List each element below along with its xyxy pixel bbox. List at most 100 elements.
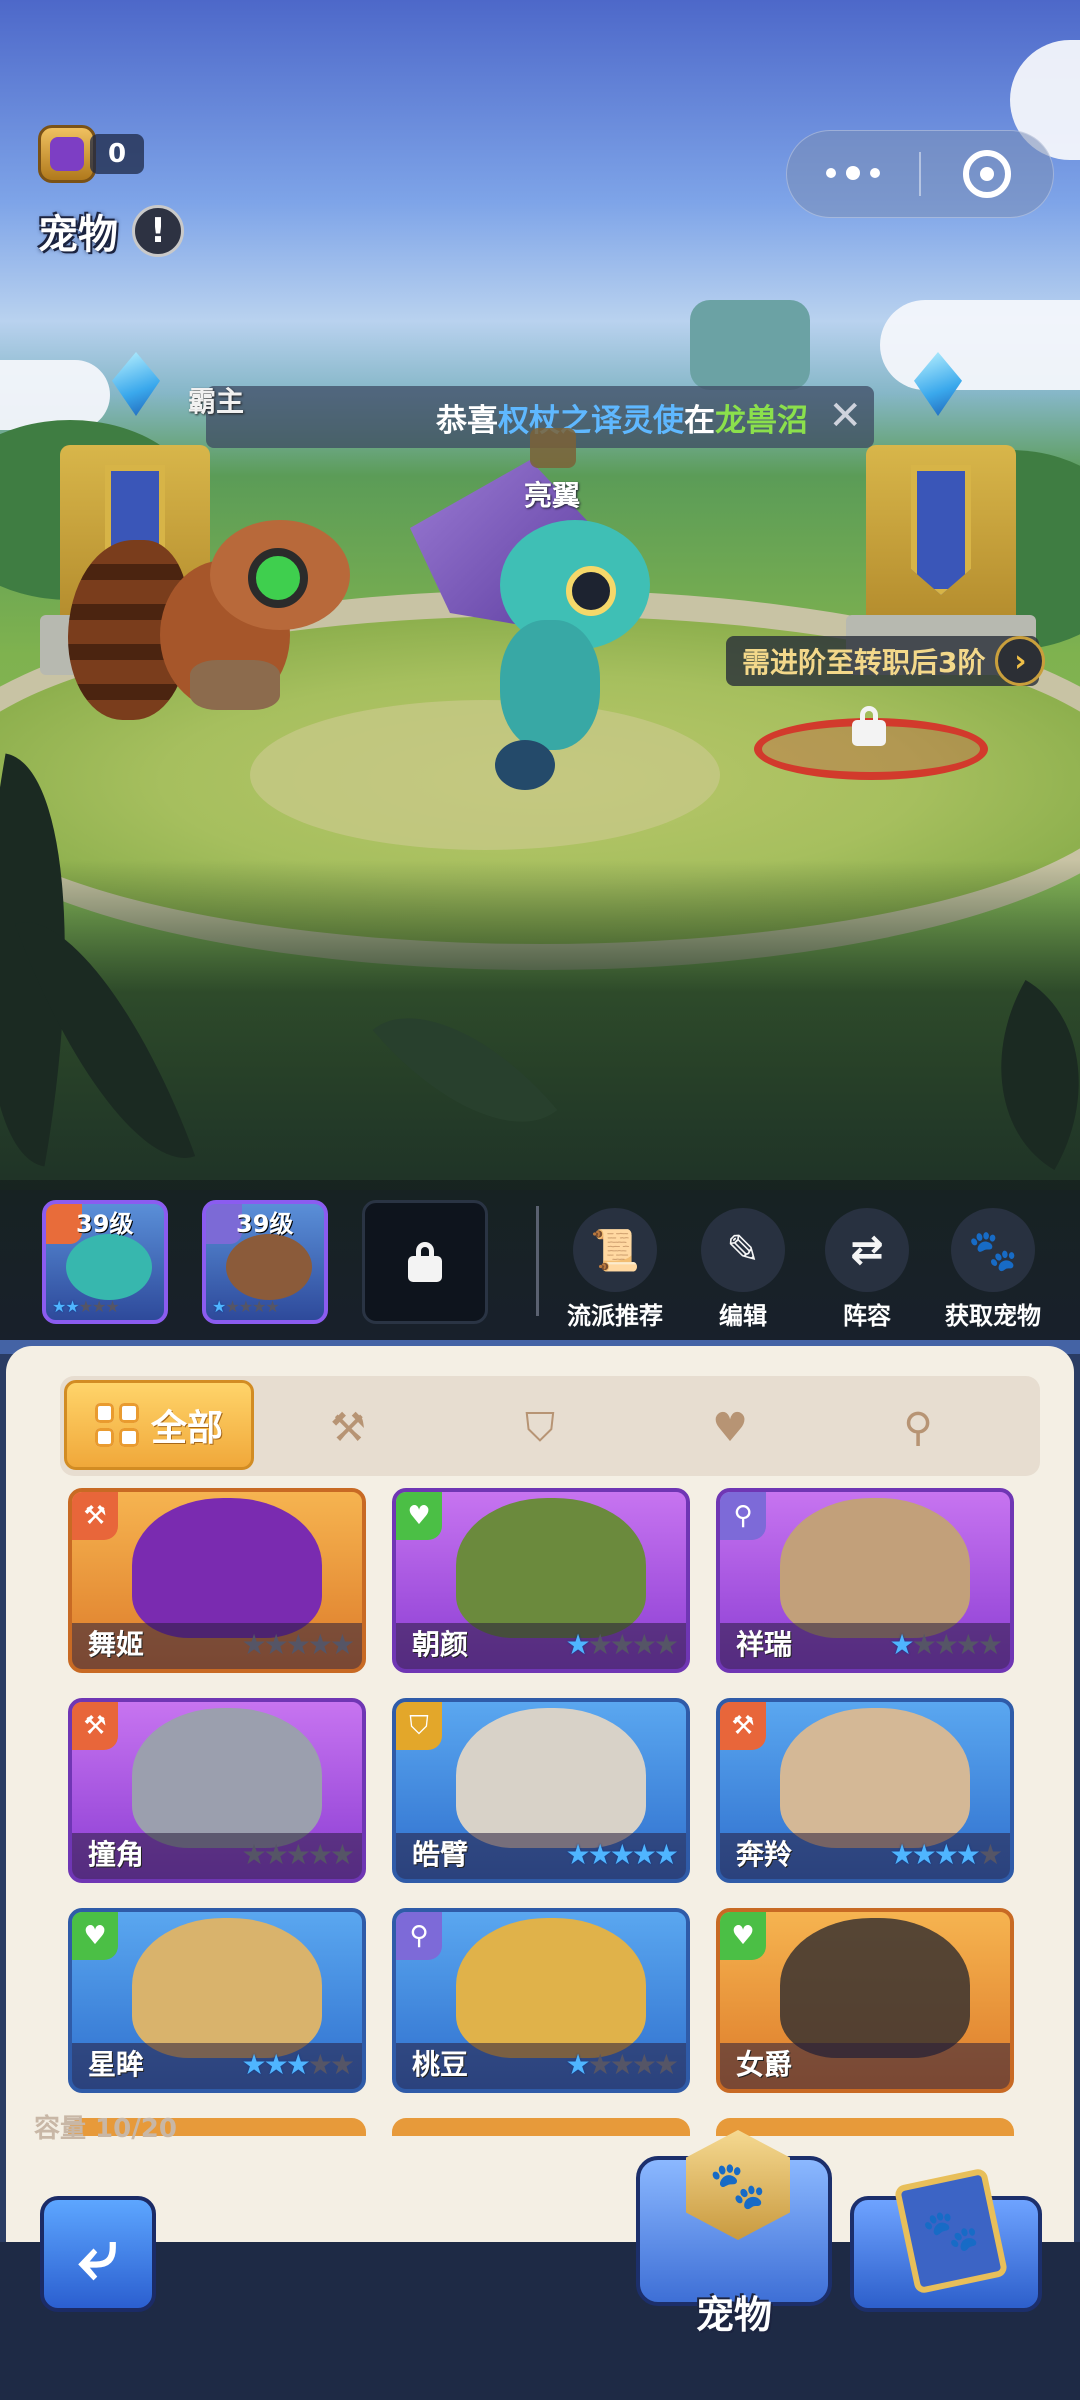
ticker-place: 龙兽沼 — [715, 402, 808, 439]
action-label: 获取宠物 — [945, 1302, 1041, 1330]
return-arrow-icon: ⤶ — [78, 2212, 118, 2295]
more-menu-button[interactable] — [787, 166, 919, 180]
pet-card-locked[interactable]: ♥ 女爵 — [716, 1908, 1014, 2093]
pet-portrait — [132, 1498, 322, 1638]
pet-name: 女爵 — [736, 2048, 793, 2081]
arena-center-patch — [250, 700, 720, 850]
pet-card[interactable]: ⚲ 祥瑞 ★★★★★ — [716, 1488, 1014, 1673]
nav-pet-book-tab[interactable]: 🐾 — [850, 2167, 1042, 2312]
ticker-mid: 在 — [684, 402, 715, 439]
team-slot-level: 39级 — [76, 1210, 134, 1238]
scroll-icon: 📜 — [573, 1208, 657, 1292]
team-slot-2[interactable]: 39级 ★★★★★ — [202, 1200, 328, 1324]
locked-slot-hint[interactable]: 需进阶至转职后3阶 › — [726, 636, 1046, 686]
pet-card[interactable]: ⚒ 舞姬 ★★★★★ — [68, 1488, 366, 1673]
ticker-message: 恭喜权杖之译灵使在龙兽沼 — [436, 395, 808, 440]
cloud — [880, 300, 1080, 390]
build-recommend-button[interactable]: 📜 流派推荐 — [550, 1208, 680, 1331]
team-bar-divider — [536, 1206, 539, 1316]
page-title-text: 宠物 — [38, 212, 118, 258]
pet-card-partial[interactable] — [392, 2118, 690, 2136]
capacity-label: 容量 10/20 — [34, 2114, 177, 2144]
nav-pet-label: 宠物 — [695, 2293, 772, 2337]
slot-hint-text: 需进阶至转职后3阶 — [742, 646, 986, 679]
heal-class-icon: ♥ — [72, 1912, 118, 1960]
class-badge-icon — [530, 428, 576, 468]
pet-portrait — [780, 1498, 970, 1638]
pet-portrait — [456, 1708, 646, 1848]
support-class-icon[interactable]: ⚲ — [888, 1400, 948, 1456]
pet-stars: ★★★★★ — [241, 1628, 355, 1661]
pet-name: 星眸 — [88, 2048, 145, 2081]
chevron-right-icon: › — [995, 636, 1046, 686]
pet-portrait — [132, 1918, 322, 2058]
pet-card-partial[interactable] — [716, 2118, 1014, 2136]
team-slot-level: 39级 — [236, 1210, 294, 1238]
ticker-title: 霸主 — [188, 385, 245, 418]
currency-value: 0 — [90, 134, 144, 174]
support-class-icon: ⚲ — [396, 1912, 442, 1960]
pet-portrait — [780, 1708, 970, 1848]
team-slot-locked[interactable] — [362, 1200, 488, 1324]
ticker-prefix: 恭喜 — [436, 402, 498, 439]
support-class-icon: ⚲ — [720, 1492, 766, 1540]
pet-portrait — [132, 1708, 322, 1848]
attack-class-icon[interactable]: ⚒ — [318, 1400, 378, 1456]
team-slot-1[interactable]: 39级 ★★★★★ — [42, 1200, 168, 1324]
alert-icon[interactable]: ! — [132, 205, 184, 257]
team-slot-stars: ★★★★★ — [52, 1297, 120, 1316]
attack-class-icon: ⚒ — [72, 1702, 118, 1750]
pet-card[interactable]: ♥ 朝颜 ★★★★★ — [392, 1488, 690, 1673]
pet-portrait — [456, 1918, 646, 2058]
pet-stars: ★★★★★ — [565, 1838, 679, 1871]
pet-name: 撞角 — [88, 1838, 145, 1871]
pet-currency[interactable]: 0 — [38, 125, 144, 183]
ticker-player: 权杖之译灵使 — [498, 402, 684, 439]
edit-button[interactable]: ✎ 编辑 — [678, 1208, 808, 1331]
swap-icon: ⇄ — [825, 1208, 909, 1292]
action-label: 阵容 — [843, 1302, 891, 1330]
right-pillar — [846, 445, 1036, 675]
pet-portrait — [780, 1918, 970, 2058]
pet-stars: ★★★★★ — [241, 2048, 355, 2081]
pet-name: 舞姬 — [88, 1628, 145, 1661]
filter-all-tab[interactable]: 全部 — [64, 1380, 254, 1470]
lock-icon — [852, 706, 886, 746]
pet-stars: ★★★★★ — [565, 2048, 679, 2081]
pet-name: 祥瑞 — [736, 1628, 793, 1661]
pencil-icon: ✎ — [701, 1208, 785, 1292]
attack-class-icon: ⚒ — [72, 1492, 118, 1540]
defense-class-icon[interactable]: ⛉ — [510, 1400, 570, 1456]
pet-stars: ★★★★★ — [241, 1838, 355, 1871]
pet-card[interactable]: ♥ 星眸 ★★★★★ — [68, 1908, 366, 2093]
active-pet-name: 亮翼 — [524, 479, 581, 512]
miniprogram-capsule — [786, 130, 1054, 218]
pet-name: 皓臂 — [412, 1838, 469, 1871]
pet-name: 奔羚 — [736, 1838, 793, 1871]
heal-class-icon[interactable]: ♥ — [700, 1400, 760, 1456]
pet-card[interactable]: ⛉ 皓臂 ★★★★★ — [392, 1698, 690, 1883]
pet-name: 朝颜 — [412, 1628, 469, 1661]
back-button[interactable]: ⤶ — [40, 2196, 156, 2312]
attack-class-icon: ⚒ — [720, 1702, 766, 1750]
pet-stars: ★★★★★ — [889, 1838, 1003, 1871]
close-miniprogram-button[interactable] — [921, 150, 1053, 198]
paw-icon: 🐾 — [951, 1208, 1035, 1292]
page-title: 宠物 ! — [38, 202, 184, 260]
cloud — [0, 360, 110, 430]
lock-icon — [408, 1242, 442, 1282]
close-icon[interactable]: ✕ — [828, 394, 862, 438]
pet-card[interactable]: ⚲ 桃豆 ★★★★★ — [392, 1908, 690, 2093]
heal-class-icon: ♥ — [396, 1492, 442, 1540]
pet-card[interactable]: ⚒ 奔羚 ★★★★★ — [716, 1698, 1014, 1883]
pet-portrait — [226, 1234, 312, 1300]
pet-badge-icon — [38, 125, 96, 183]
filter-all-label: 全部 — [150, 1408, 223, 1449]
lineup-button[interactable]: ⇄ 阵容 — [802, 1208, 932, 1331]
defense-class-icon: ⛉ — [396, 1702, 442, 1750]
pet-stars: ★★★★★ — [565, 1628, 679, 1661]
action-label: 编辑 — [719, 1302, 767, 1330]
pet-portrait — [456, 1498, 646, 1638]
pet-card[interactable]: ⚒ 撞角 ★★★★★ — [68, 1698, 366, 1883]
get-pet-button[interactable]: 🐾 获取宠物 — [928, 1208, 1058, 1331]
